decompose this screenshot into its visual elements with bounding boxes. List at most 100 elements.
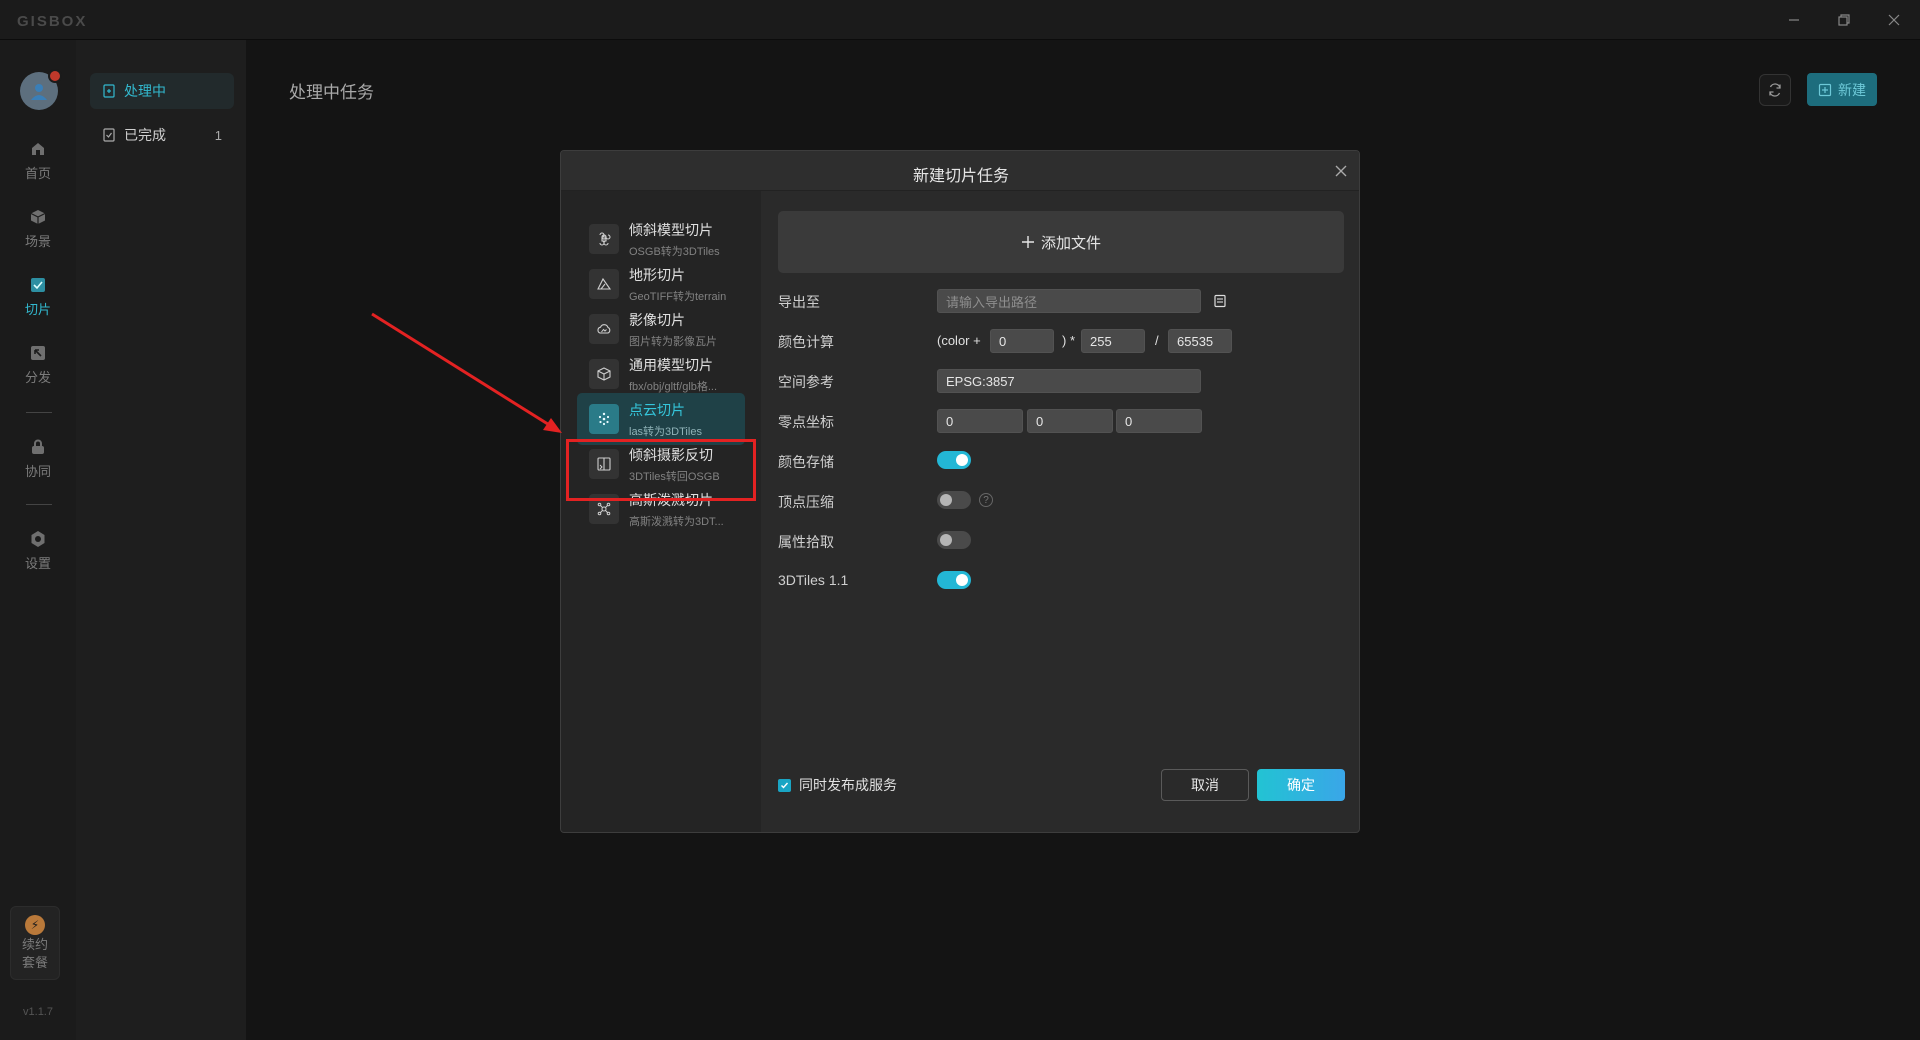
type-name: 地形切片: [629, 266, 685, 283]
left-rail: 首页 场景 切片 分发 协同 设置 ⚡ 续约 套餐: [0, 40, 76, 1040]
export-path-input[interactable]: 请输入导出路径: [937, 289, 1201, 313]
color-store-toggle[interactable]: [937, 451, 971, 469]
command-icon: [589, 224, 619, 254]
export-label: 导出至: [778, 294, 820, 310]
add-file-button[interactable]: 添加文件: [778, 211, 1344, 273]
type-desc: las转为3DTiles: [629, 425, 702, 438]
close-window-button[interactable]: [1880, 8, 1908, 32]
nav-distribute-label: 分发: [24, 369, 51, 385]
nav-scene[interactable]: 场景: [0, 200, 76, 256]
srs-label: 空间参考: [778, 374, 834, 390]
vertex-compress-label: 顶点压缩: [778, 494, 834, 510]
app-version: v1.1.7: [23, 1006, 53, 1018]
publish-service-checkbox[interactable]: 同时发布成服务: [778, 775, 897, 795]
nav-scene-label: 场景: [24, 233, 51, 249]
restore-icon: [1838, 14, 1850, 26]
pointcloud-icon: [589, 404, 619, 434]
nav-distribute[interactable]: 分发: [0, 336, 76, 392]
close-icon: [1335, 165, 1347, 177]
type-desc: 高斯泼溅转为3DT...: [629, 515, 724, 528]
sidebar-item-label: 已完成: [124, 127, 166, 143]
tiles11-label: 3DTiles 1.1: [778, 572, 849, 588]
color-calc-label: 颜色计算: [778, 334, 834, 350]
plan-line1: 续约: [21, 937, 48, 952]
refresh-icon: [1769, 83, 1781, 97]
nav-settings[interactable]: 设置: [0, 522, 76, 578]
nav-settings-label: 设置: [24, 555, 51, 571]
attr-pick-toggle[interactable]: [937, 531, 971, 549]
restore-button[interactable]: [1830, 8, 1858, 32]
cloud-image-icon: [589, 314, 619, 344]
vertex-compress-toggle[interactable]: [937, 491, 971, 509]
origin-y-input[interactable]: 0: [1027, 409, 1113, 433]
sidebar-item-label: 处理中: [124, 83, 166, 99]
renew-plan-button[interactable]: ⚡ 续约 套餐: [10, 906, 60, 980]
color-offset-input[interactable]: 0: [990, 329, 1054, 353]
annotation-highlight-box: [566, 439, 756, 501]
nav-collab[interactable]: 协同: [0, 430, 76, 486]
sidebar-item-completed[interactable]: 已完成 1: [90, 117, 234, 153]
home-icon: [32, 142, 44, 155]
tiles11-toggle[interactable]: [937, 571, 971, 589]
nav-slice[interactable]: 切片: [0, 268, 76, 324]
sidebar-item-processing[interactable]: 处理中: [90, 73, 234, 109]
lock-icon: [32, 439, 44, 454]
dialog-header: 新建切片任务: [561, 151, 1359, 191]
srs-input[interactable]: EPSG:3857: [937, 369, 1201, 393]
color-div-input[interactable]: 65535: [1168, 329, 1232, 353]
confirm-button[interactable]: 确定: [1257, 769, 1345, 801]
task-sidebar: 处理中 已完成 1: [76, 40, 246, 1040]
origin-x-input[interactable]: 0: [937, 409, 1023, 433]
rail-divider: [26, 504, 52, 505]
attr-pick-label: 属性拾取: [778, 534, 834, 550]
app-brand: GISBOX: [17, 13, 88, 30]
rail-divider: [26, 412, 52, 413]
distribute-icon: [31, 345, 45, 360]
title-bar: GISBOX: [0, 0, 1920, 40]
publish-label: 同时发布成服务: [799, 777, 897, 793]
color-prefix: (color +: [937, 333, 981, 348]
minimize-button[interactable]: [1780, 8, 1808, 32]
user-icon: [31, 84, 47, 100]
dialog-title: 新建切片任务: [912, 168, 1009, 185]
cancel-button[interactable]: 取消: [1161, 769, 1249, 801]
add-file-label: 添加文件: [1040, 234, 1101, 252]
color-mult-input[interactable]: 255: [1081, 329, 1145, 353]
dialog-close-button[interactable]: [1331, 161, 1351, 181]
color-mult-symbol: ) *: [1062, 333, 1075, 348]
plan-line2: 套餐: [21, 955, 48, 970]
slice-icon: [31, 277, 45, 292]
lightning-icon: ⚡: [25, 915, 45, 935]
nav-slice-label: 切片: [24, 301, 51, 317]
type-desc: 图片转为影像瓦片: [629, 335, 717, 348]
help-icon[interactable]: ?: [979, 493, 993, 507]
nav-home[interactable]: 首页: [0, 132, 76, 188]
avatar[interactable]: [20, 69, 62, 110]
checkbox-checked-icon: [778, 778, 791, 792]
refresh-button[interactable]: [1759, 74, 1791, 106]
page-title: 处理中任务: [289, 83, 374, 102]
browse-folder-button[interactable]: [1209, 289, 1231, 313]
completed-count: 1: [214, 127, 222, 143]
document-icon: [103, 84, 115, 98]
gear-icon: [31, 530, 45, 547]
origin-label: 零点坐标: [778, 414, 834, 430]
cube-icon: [30, 209, 46, 224]
minimize-icon: [1789, 19, 1799, 21]
type-desc: GeoTIFF转为terrain: [629, 290, 727, 303]
new-task-button[interactable]: 新建: [1807, 73, 1877, 106]
document-check-icon: [103, 128, 115, 142]
new-task-label: 新建: [1838, 81, 1866, 98]
origin-z-input[interactable]: 0: [1116, 409, 1202, 433]
box-icon: [589, 359, 619, 389]
type-name: 影像切片: [629, 311, 685, 328]
color-store-label: 颜色存储: [778, 454, 834, 470]
file-icon: [1214, 294, 1226, 308]
type-desc: fbx/obj/gltf/glb格...: [629, 380, 718, 393]
close-icon: [1888, 14, 1900, 26]
type-name: 点云切片: [629, 401, 685, 418]
slice-type-list: 倾斜模型切片 OSGB转为3DTiles 地形切片 GeoTIFF转为terrain…: [561, 191, 761, 832]
type-desc: OSGB转为3DTiles: [629, 245, 720, 258]
color-div-symbol: /: [1155, 333, 1159, 348]
notification-badge: [48, 69, 62, 83]
